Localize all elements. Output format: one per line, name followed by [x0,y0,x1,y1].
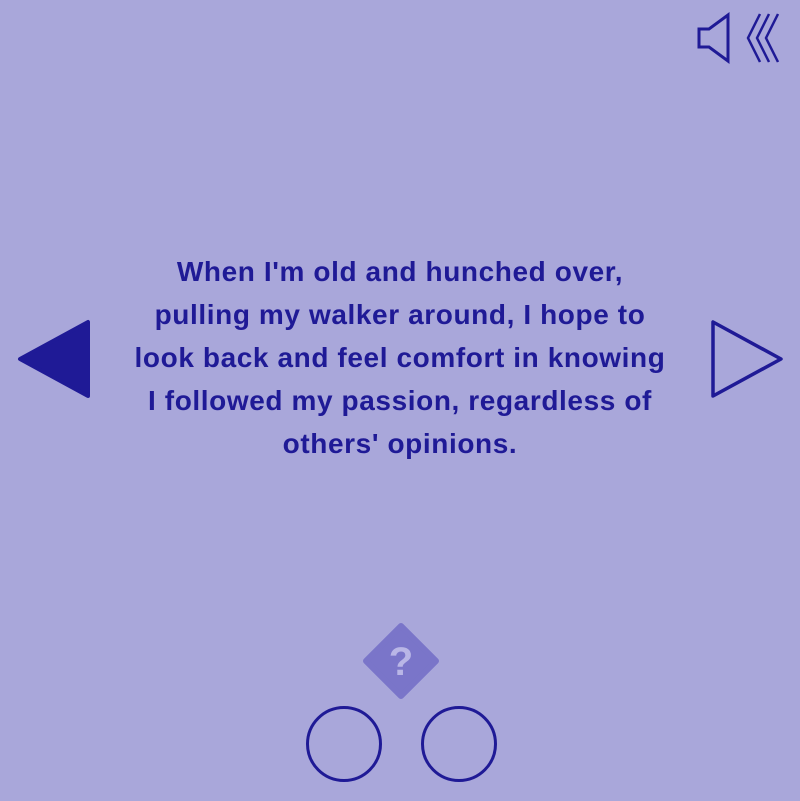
help-icon[interactable]: ? [363,623,439,699]
next-arrow-icon[interactable] [708,318,786,400]
previous-arrow-icon[interactable] [16,318,92,400]
top-controls [696,10,784,66]
answer-option-2[interactable] [421,706,497,782]
quote-text: When I'm old and hunched over, pulling m… [134,256,666,459]
speaker-icon[interactable] [696,10,732,66]
answer-option-1[interactable] [306,706,382,782]
triple-chevron-left-icon[interactable] [746,10,784,66]
help-label: ? [389,640,413,684]
